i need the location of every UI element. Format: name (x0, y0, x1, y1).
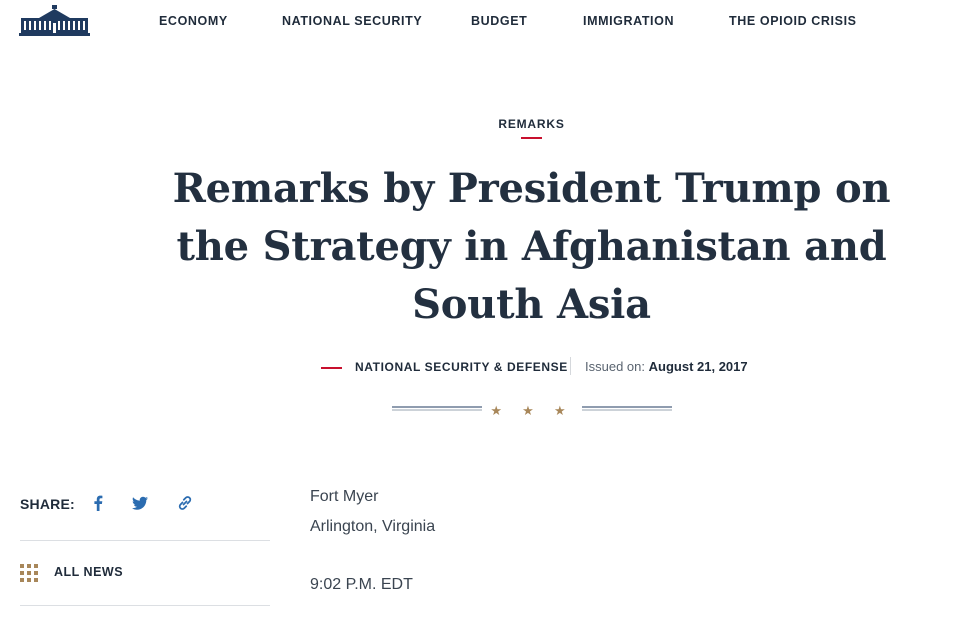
meta-accent-line (321, 367, 342, 369)
sidebar-divider-top (20, 540, 270, 541)
article-meta: NATIONAL SECURITY & DEFENSE Issued on: A… (0, 357, 979, 377)
nav-opioid-crisis[interactable]: THE OPIOID CRISIS (729, 14, 857, 28)
grid-icon (20, 564, 38, 582)
page-title: Remarks by President Trump on the Strate… (172, 165, 891, 328)
white-house-logo-icon[interactable] (19, 4, 90, 36)
time-line: 9:02 P.M. EDT (310, 576, 413, 593)
nav-economy[interactable]: ECONOMY (159, 14, 228, 28)
issued-date: Issued on: August 21, 2017 (585, 359, 748, 374)
category-link[interactable]: NATIONAL SECURITY & DEFENSE (355, 360, 568, 374)
facebook-icon[interactable] (87, 492, 109, 514)
nav-budget[interactable]: BUDGET (471, 14, 527, 28)
star-divider: ★ ★ ★ (392, 404, 672, 419)
nav-national-security[interactable]: NATIONAL SECURITY (282, 14, 422, 28)
all-news-link[interactable]: ALL NEWS (20, 563, 270, 583)
sidebar-divider-bottom (20, 605, 270, 606)
meta-separator (570, 357, 571, 375)
share-label: SHARE: (20, 496, 75, 512)
top-navigation: ECONOMY NATIONAL SECURITY BUDGET IMMIGRA… (0, 0, 979, 44)
all-news-label: ALL NEWS (54, 565, 124, 579)
eyebrow-accent-line (521, 137, 542, 139)
location-line-1: Fort Myer (310, 488, 379, 505)
twitter-icon[interactable] (129, 492, 151, 514)
divider-stars: ★ ★ ★ (490, 404, 573, 419)
article-type-label: REMARKS (498, 117, 565, 131)
location-line-2: Arlington, Virginia (310, 518, 436, 535)
nav-immigration[interactable]: IMMIGRATION (583, 14, 674, 28)
link-icon[interactable] (174, 492, 196, 514)
issued-label: Issued on: (585, 359, 645, 374)
issued-date-value: August 21, 2017 (648, 359, 748, 374)
